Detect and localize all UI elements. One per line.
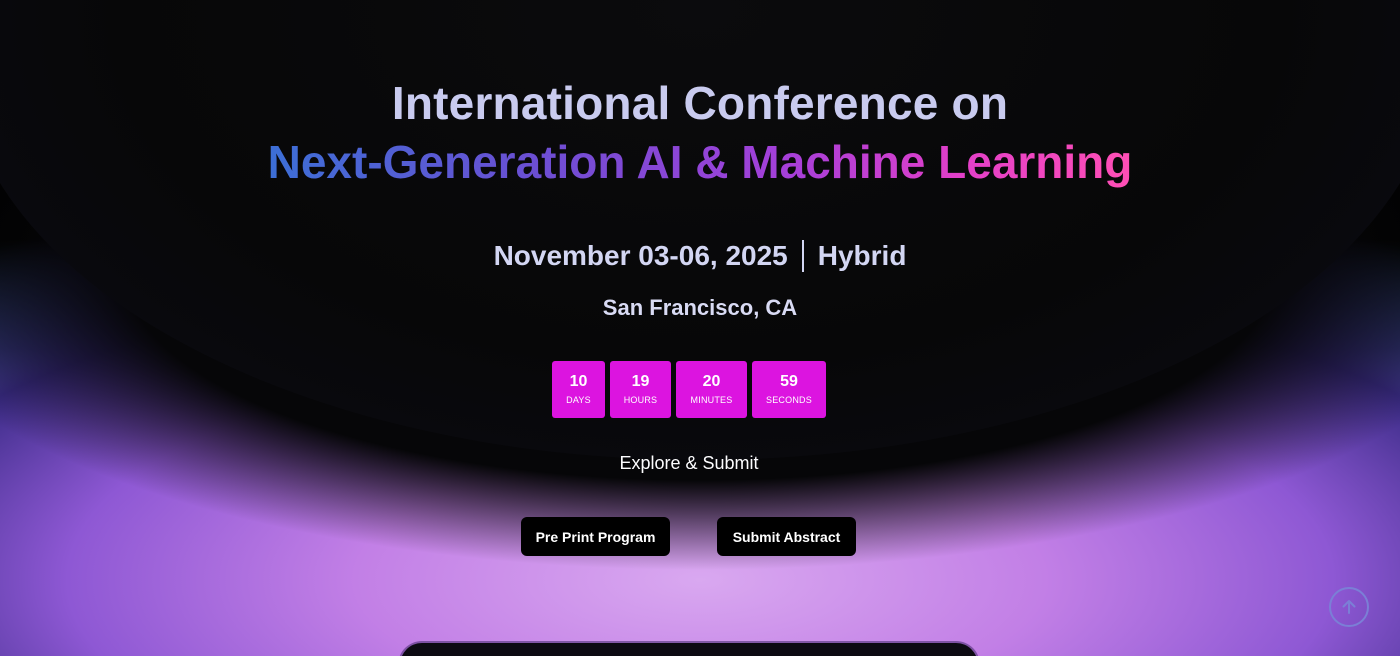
hero-section: International Conference on Next-Generat… (0, 0, 1400, 656)
event-mode: Hybrid (817, 240, 907, 271)
countdown-hours: 19 HOURS (610, 361, 671, 418)
countdown-seconds-value: 59 (780, 373, 798, 390)
countdown-seconds-label: SECONDS (766, 395, 812, 405)
event-location: San Francisco, CA (602, 295, 798, 320)
scroll-to-top-button[interactable] (1329, 587, 1369, 627)
countdown-minutes-value: 20 (702, 373, 721, 390)
countdown-days-label: DAYS (566, 395, 591, 405)
event-dates: November 03-06, 2025 (493, 240, 788, 271)
countdown-minutes-label: MINUTES (690, 395, 733, 405)
countdown-days-value: 10 (569, 373, 588, 390)
arrow-up-icon (1342, 600, 1356, 614)
countdown-hours-label: HOURS (623, 395, 658, 405)
countdown-seconds: 59 SECONDS (752, 361, 826, 418)
conference-title-line-1: International Conference on (391, 77, 1009, 129)
countdown-days: 10 DAYS (552, 361, 605, 418)
divider (801, 240, 804, 272)
conference-title-gradient-text: Next-Generation AI & Machine Learning (267, 136, 1133, 188)
submit-abstract-button[interactable]: Submit Abstract (717, 517, 856, 556)
event-dates-row: November 03-06, 2025 Hybrid (0, 240, 1400, 272)
countdown-minutes: 20 MINUTES (676, 361, 747, 418)
pre-print-program-button[interactable]: Pre Print Program (521, 517, 670, 556)
countdown-hours-value: 19 (631, 373, 650, 390)
bottom-card (400, 643, 978, 656)
explore-submit-heading: Explore & Submit (619, 453, 759, 473)
conference-title-line-2: Next-Generation AI & Machine Learning (0, 135, 1400, 189)
countdown-timer: 10 DAYS 19 HOURS 20 MINUTES 59 SECONDS (552, 361, 826, 418)
